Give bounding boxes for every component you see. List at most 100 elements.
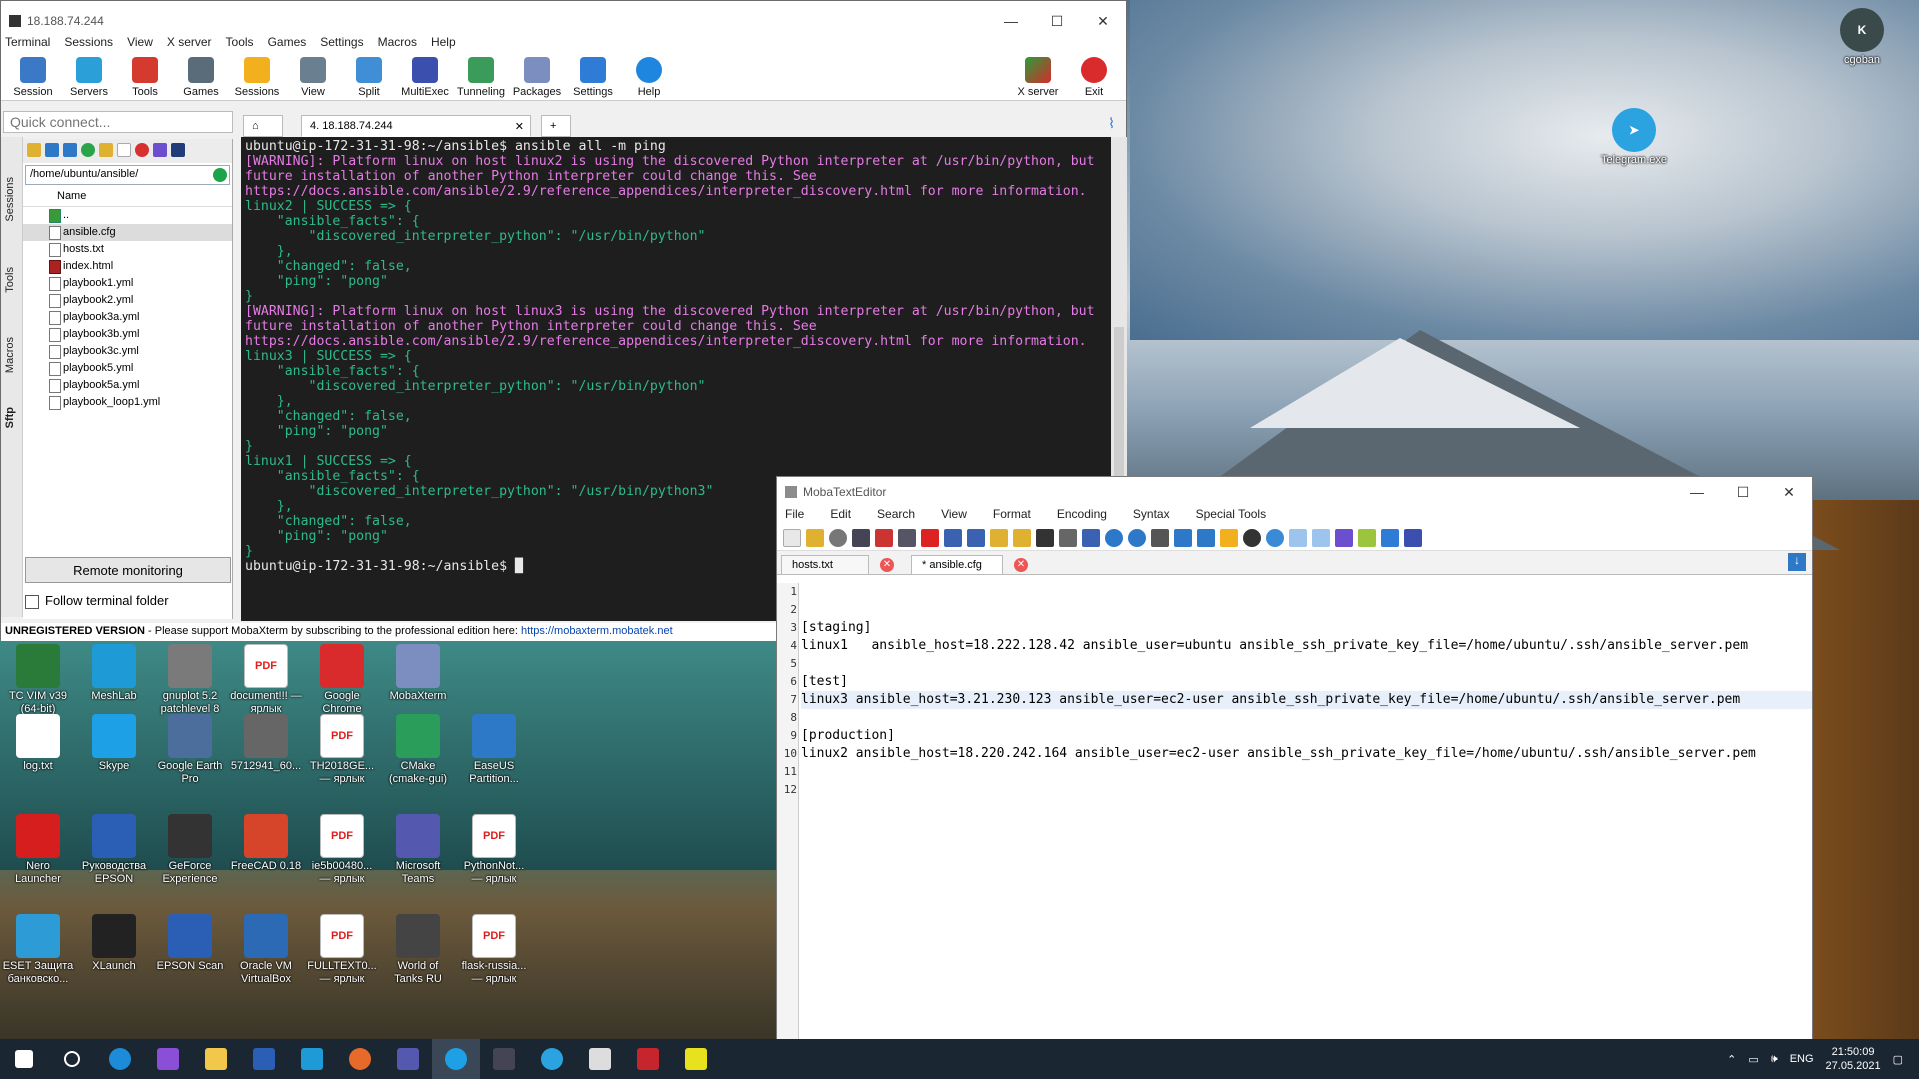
toolbar-exit-button[interactable]: Exit [1066, 57, 1122, 98]
file-list-item[interactable]: index.html [23, 258, 232, 275]
close-button[interactable]: ✕ [1080, 13, 1126, 30]
file-list-item[interactable]: playbook2.yml [23, 292, 232, 309]
editor-menu-encoding[interactable]: Encoding [1057, 507, 1107, 527]
minimize-button[interactable]: — [988, 13, 1034, 30]
toolbar-session-button[interactable]: Session [5, 57, 61, 98]
toolbar-sessions-button[interactable]: Sessions [229, 57, 285, 98]
tab-close-icon[interactable]: ✕ [515, 120, 524, 133]
desktop-icon[interactable]: EPSON Scan [154, 914, 226, 973]
toolbar-tools-button[interactable]: Tools [117, 57, 173, 98]
desktop-icon[interactable]: Google Earth Pro [154, 714, 226, 786]
side-tab-tools[interactable]: Tools [4, 267, 16, 293]
taskbar-vim[interactable] [624, 1039, 672, 1079]
desktop-icon-telegram[interactable]: ➤ Telegram.exe [1598, 108, 1670, 167]
network-icon[interactable]: ▭ [1748, 1053, 1758, 1066]
tab-close-icon[interactable]: ✕ [880, 558, 894, 572]
menu-tools[interactable]: Tools [226, 35, 254, 49]
desktop-icon[interactable]: log.txt [2, 714, 74, 773]
delete-icon[interactable] [135, 143, 149, 157]
desktop-icon[interactable]: MeshLab [78, 644, 150, 703]
linux-icon[interactable] [1243, 529, 1261, 547]
gear-icon[interactable] [1381, 529, 1399, 547]
menu-sessions[interactable]: Sessions [64, 35, 113, 49]
desktop-icon[interactable]: CMake (cmake-gui) [382, 714, 454, 786]
desktop-icon[interactable]: gnuplot 5.2 patchlevel 8 [154, 644, 226, 716]
cut-icon[interactable] [1036, 529, 1054, 547]
menu-help[interactable]: Help [431, 35, 456, 49]
file-list-item[interactable]: playbook3a.yml [23, 309, 232, 326]
refresh-icon[interactable] [81, 143, 95, 157]
search-icon[interactable] [1105, 529, 1123, 547]
new-folder-icon[interactable] [99, 143, 113, 157]
folder-up-icon[interactable] [27, 143, 41, 157]
desktop-icon[interactable]: ESET Защита банковско... [2, 914, 74, 986]
copy-icon[interactable] [1059, 529, 1077, 547]
menu-macros[interactable]: Macros [378, 35, 417, 49]
file-list-item[interactable]: playbook5a.yml [23, 377, 232, 394]
desktop-icon[interactable]: PDF ie5b00480... — ярлык [306, 814, 378, 886]
desktop-icon[interactable]: PDF PythonNot... — ярлык [458, 814, 530, 886]
upload-icon[interactable] [63, 143, 77, 157]
editor-menu-view[interactable]: View [941, 507, 967, 527]
bookmark-next-icon[interactable] [1013, 529, 1031, 547]
toolbar-packages-button[interactable]: Packages [509, 57, 565, 98]
menu-view[interactable]: View [127, 35, 153, 49]
menu-terminal[interactable]: Terminal [5, 35, 50, 49]
toolbar-tunneling-button[interactable]: Tunneling [453, 57, 509, 98]
new-file-icon[interactable] [117, 143, 131, 157]
editor-maximize-button[interactable]: ☐ [1720, 484, 1766, 501]
taskbar-app[interactable] [288, 1039, 336, 1079]
toolbar-servers-button[interactable]: Servers [61, 57, 117, 98]
desktop-icon[interactable]: Microsoft Teams [382, 814, 454, 886]
tab-list-icon[interactable]: ↓ [1788, 553, 1806, 571]
desktop-icon[interactable]: Руководства EPSON [78, 814, 150, 886]
replace-icon[interactable] [1128, 529, 1146, 547]
close-file-icon[interactable] [921, 529, 939, 547]
undo-icon[interactable] [1289, 529, 1307, 547]
toolbar-settings-button[interactable]: Settings [565, 57, 621, 98]
follow-terminal-folder-checkbox[interactable]: Follow terminal folder [25, 593, 169, 609]
toolbar-games-button[interactable]: Games [173, 57, 229, 98]
editor-close-button[interactable]: ✕ [1766, 484, 1812, 501]
calculator-icon[interactable] [1151, 529, 1169, 547]
maximize-button[interactable]: ☐ [1034, 13, 1080, 30]
editor-menu-file[interactable]: File [785, 507, 804, 527]
reload-icon[interactable] [829, 529, 847, 547]
column-header-name[interactable]: Name [23, 187, 232, 207]
mobatek-link[interactable]: https://mobaxterm.mobatek.net [521, 625, 673, 637]
desktop-icon[interactable]: Google Chrome [306, 644, 378, 716]
desktop-icon[interactable]: FreeCAD 0.18 [230, 814, 302, 873]
desktop-icon[interactable]: PDF document!!! — ярлык [230, 644, 302, 716]
desktop-icon[interactable]: XLaunch [78, 914, 150, 973]
close-all-icon[interactable] [1404, 529, 1422, 547]
save-as-icon[interactable] [875, 529, 893, 547]
compare-icon[interactable] [1174, 529, 1192, 547]
chevron-up-icon[interactable]: ⌃ [1727, 1053, 1736, 1066]
indent-right-icon[interactable] [967, 529, 985, 547]
clock[interactable]: 21:50:09 27.05.2021 [1826, 1045, 1881, 1073]
side-tab-macros[interactable]: Macros [4, 337, 16, 373]
save-icon[interactable] [852, 529, 870, 547]
taskbar-teams[interactable] [384, 1039, 432, 1079]
volume-icon[interactable]: 🕪 [1771, 1053, 1778, 1066]
new-file-icon[interactable] [783, 529, 801, 547]
editor-text-area[interactable]: [staging] linux1 ansible_host=18.222.128.… [801, 583, 1812, 799]
open-folder-icon[interactable] [806, 529, 824, 547]
search-button[interactable] [48, 1039, 96, 1079]
taskbar-word[interactable] [240, 1039, 288, 1079]
pilcrow-icon[interactable] [1335, 529, 1353, 547]
highlight-icon[interactable] [1358, 529, 1376, 547]
file-list-item[interactable]: playbook_loop1.yml [23, 394, 232, 411]
print-icon[interactable] [898, 529, 916, 547]
home-tab[interactable]: ⌂ [243, 115, 283, 137]
toolbar-xserver-button[interactable]: X server [1010, 57, 1066, 98]
terminal-tab[interactable]: 4. 18.188.74.244 ✕ [301, 115, 531, 137]
permissions-icon[interactable] [171, 143, 185, 157]
attach-icon[interactable]: ⌇ [1108, 115, 1115, 132]
remote-monitoring-button[interactable]: Remote monitoring [25, 557, 231, 583]
editor-menu-format[interactable]: Format [993, 507, 1031, 527]
desktop-icon[interactable]: PDF flask-russia... — ярлык [458, 914, 530, 986]
language-indicator[interactable]: ENG [1790, 1053, 1814, 1065]
path-ok-icon[interactable] [213, 168, 227, 182]
notification-icon[interactable]: ▢ [1893, 1053, 1903, 1066]
